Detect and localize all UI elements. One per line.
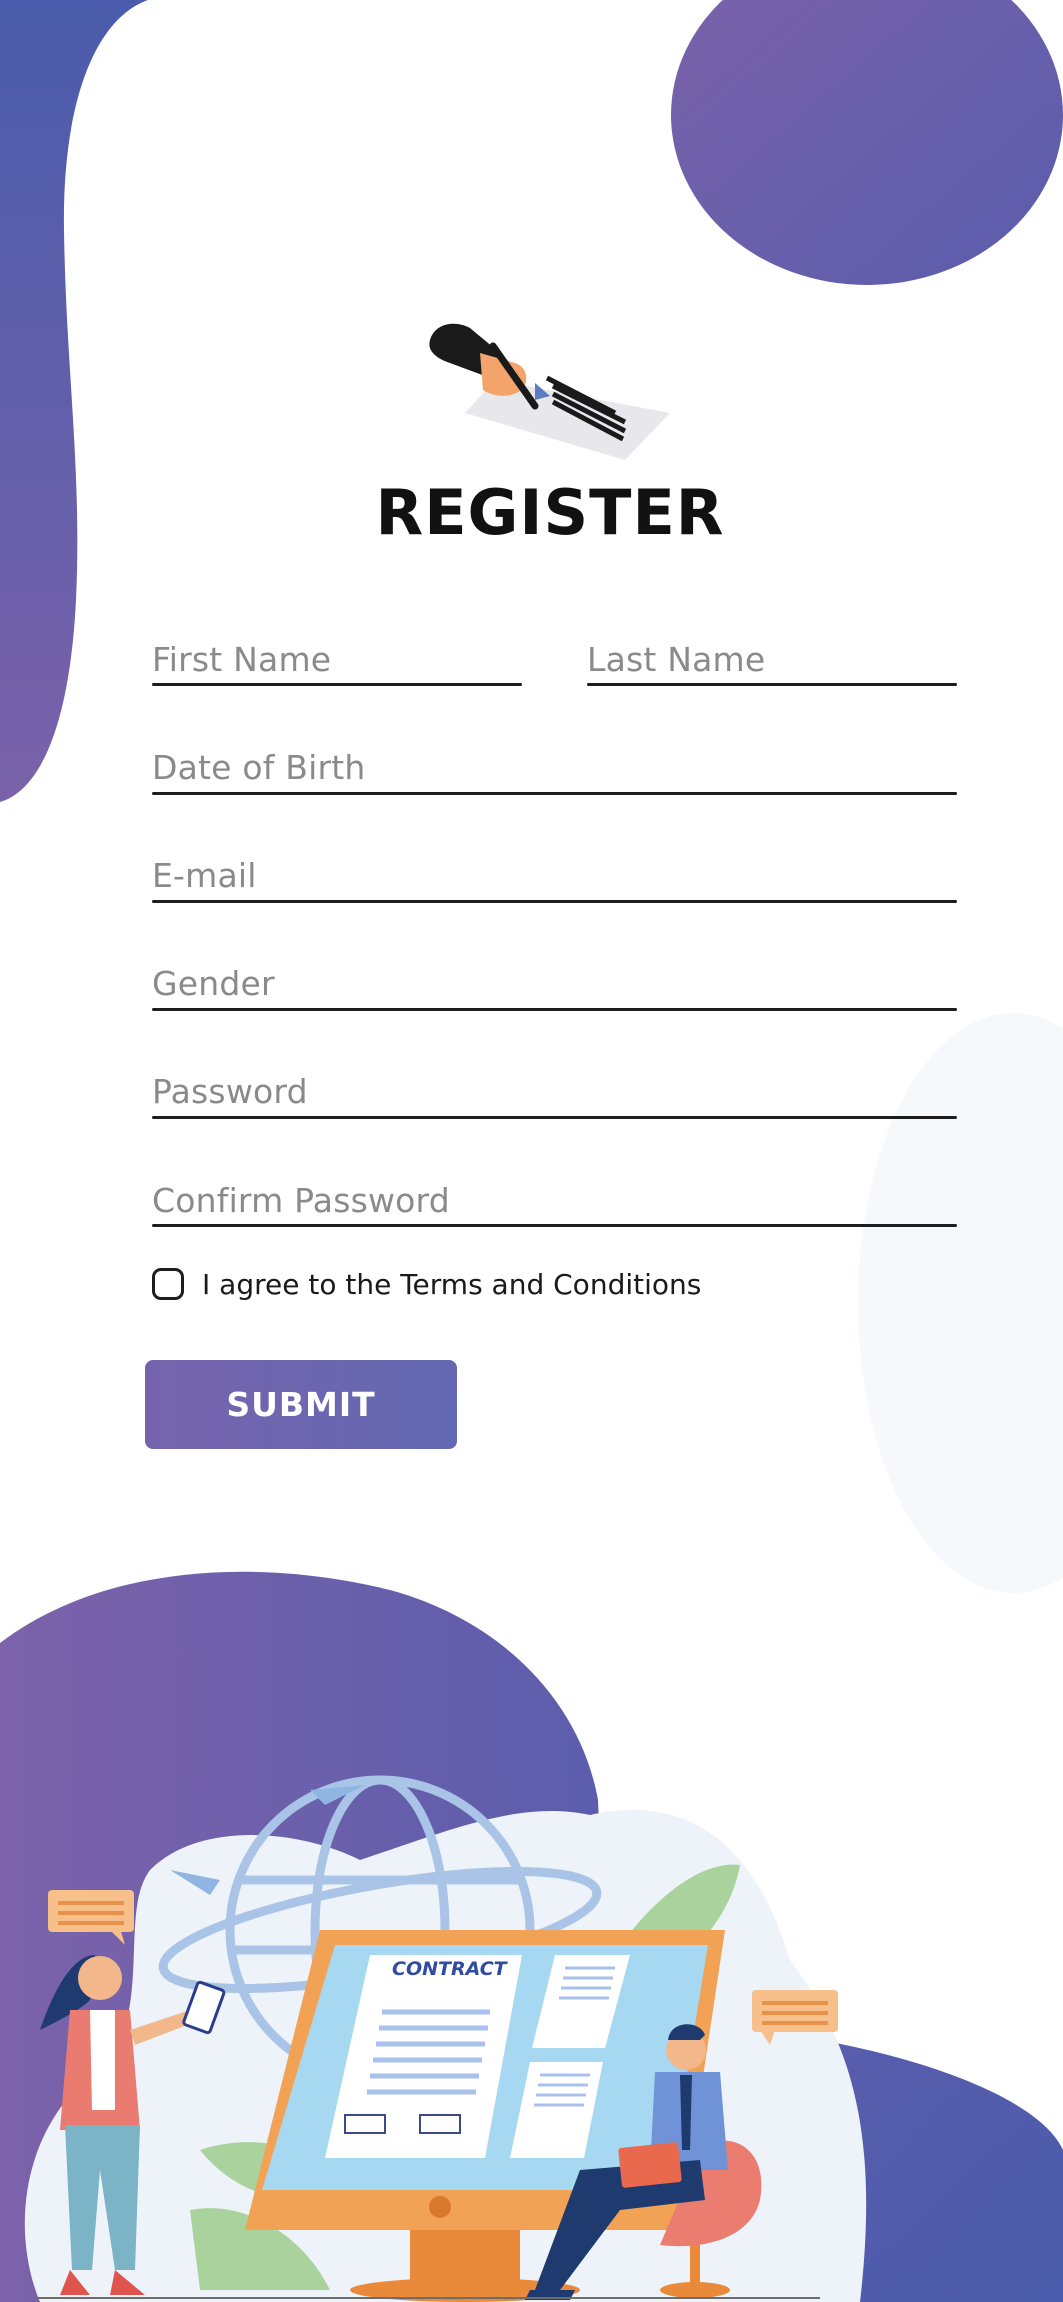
date-of-birth-field[interactable]: Date of Birth [152,738,957,798]
terms-row[interactable]: I agree to the Terms and Conditions [152,1263,701,1305]
last-name-placeholder: Last Name [587,640,766,679]
submit-button[interactable]: SUBMIT [145,1360,457,1449]
terms-label: I agree to the Terms and Conditions [202,1267,702,1301]
confirm-password-placeholder: Confirm Password [152,1181,450,1220]
password-placeholder: Password [152,1072,308,1111]
checkbox-icon[interactable] [152,1268,184,1300]
submit-label: SUBMIT [226,1385,376,1424]
signing-document-icon [425,318,675,468]
top-right-blob [671,0,1063,285]
top-left-blob [0,0,148,802]
last-name-field[interactable]: Last Name [587,630,957,690]
gender-field[interactable]: Gender [152,954,957,1014]
confirm-password-field[interactable]: Confirm Password [152,1171,957,1231]
email-field[interactable]: E-mail [152,846,957,906]
first-name-field[interactable]: First Name [152,630,522,690]
email-placeholder: E-mail [152,856,257,895]
password-field[interactable]: Password [152,1062,957,1122]
first-name-placeholder: First Name [152,640,332,679]
date-of-birth-placeholder: Date of Birth [152,748,366,787]
contract-label: CONTRACT [392,1958,507,1980]
gender-placeholder: Gender [152,964,275,1003]
page-title: REGISTER [375,476,725,549]
